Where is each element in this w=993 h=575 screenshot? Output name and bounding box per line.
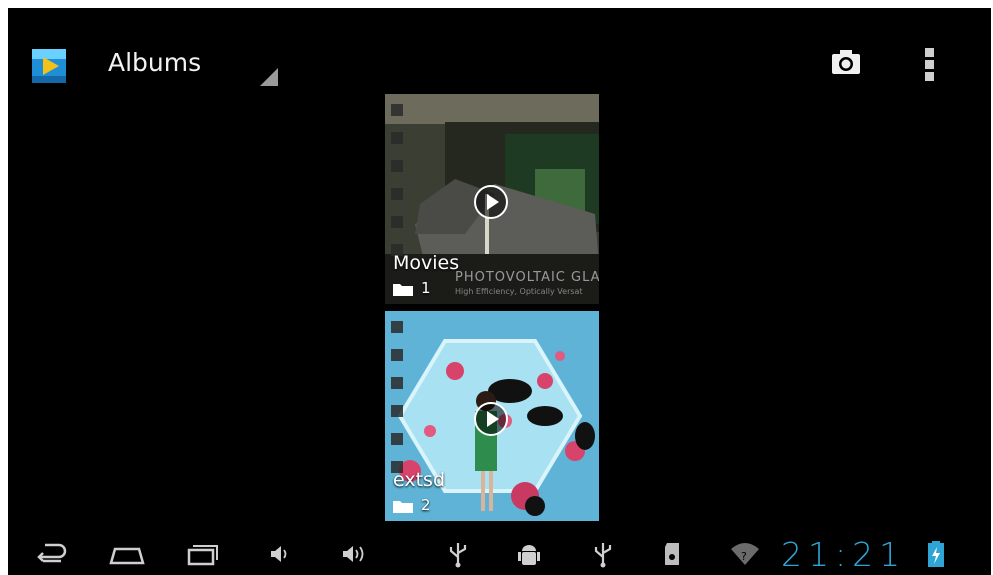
wifi-icon: ? xyxy=(728,539,762,569)
dropdown-indicator-icon[interactable] xyxy=(260,68,278,86)
album-item-count: 1 xyxy=(421,279,431,297)
camera-icon xyxy=(832,50,860,74)
volume-down-icon[interactable] xyxy=(265,539,295,569)
overflow-menu-icon[interactable] xyxy=(920,42,940,84)
album-item-count: 2 xyxy=(421,496,431,514)
play-icon xyxy=(473,401,509,437)
album-selector-title[interactable]: Albums xyxy=(108,48,201,77)
album-tile-extsd[interactable]: extsd 2 xyxy=(385,311,599,521)
home-icon[interactable] xyxy=(105,539,149,569)
thumbnail-watermark-sub: High Efficiency, Optically Versat xyxy=(455,287,583,296)
volume-up-icon[interactable] xyxy=(338,539,372,569)
usb-icon xyxy=(590,539,616,569)
android-debug-icon xyxy=(514,539,544,569)
thumbnail-watermark: PHOTOVOLTAIC GLA xyxy=(455,270,599,285)
folder-icon xyxy=(393,501,413,513)
sd-card-icon xyxy=(661,539,685,569)
album-tile-movies[interactable]: PHOTOVOLTAIC GLA High Efficiency, Optica… xyxy=(385,94,599,304)
play-icon xyxy=(473,184,509,220)
system-navigation-bar: ? 21:21 xyxy=(8,533,991,575)
gallery-icon[interactable] xyxy=(31,48,67,84)
action-bar: Albums xyxy=(8,8,991,88)
recent-apps-icon[interactable] xyxy=(183,539,223,569)
status-clock: 21:21 xyxy=(781,535,907,574)
album-label: extsd xyxy=(393,469,446,491)
svg-text:?: ? xyxy=(741,550,747,563)
back-icon[interactable] xyxy=(31,539,71,569)
battery-charging-icon xyxy=(925,539,947,569)
usb-icon xyxy=(445,539,471,569)
folder-icon xyxy=(393,284,413,296)
album-label: Movies xyxy=(393,252,460,274)
camera-button[interactable] xyxy=(826,46,866,80)
gallery-screen: Albums PHOTOVOLTAIC GLA High Efficiency,… xyxy=(8,8,991,575)
